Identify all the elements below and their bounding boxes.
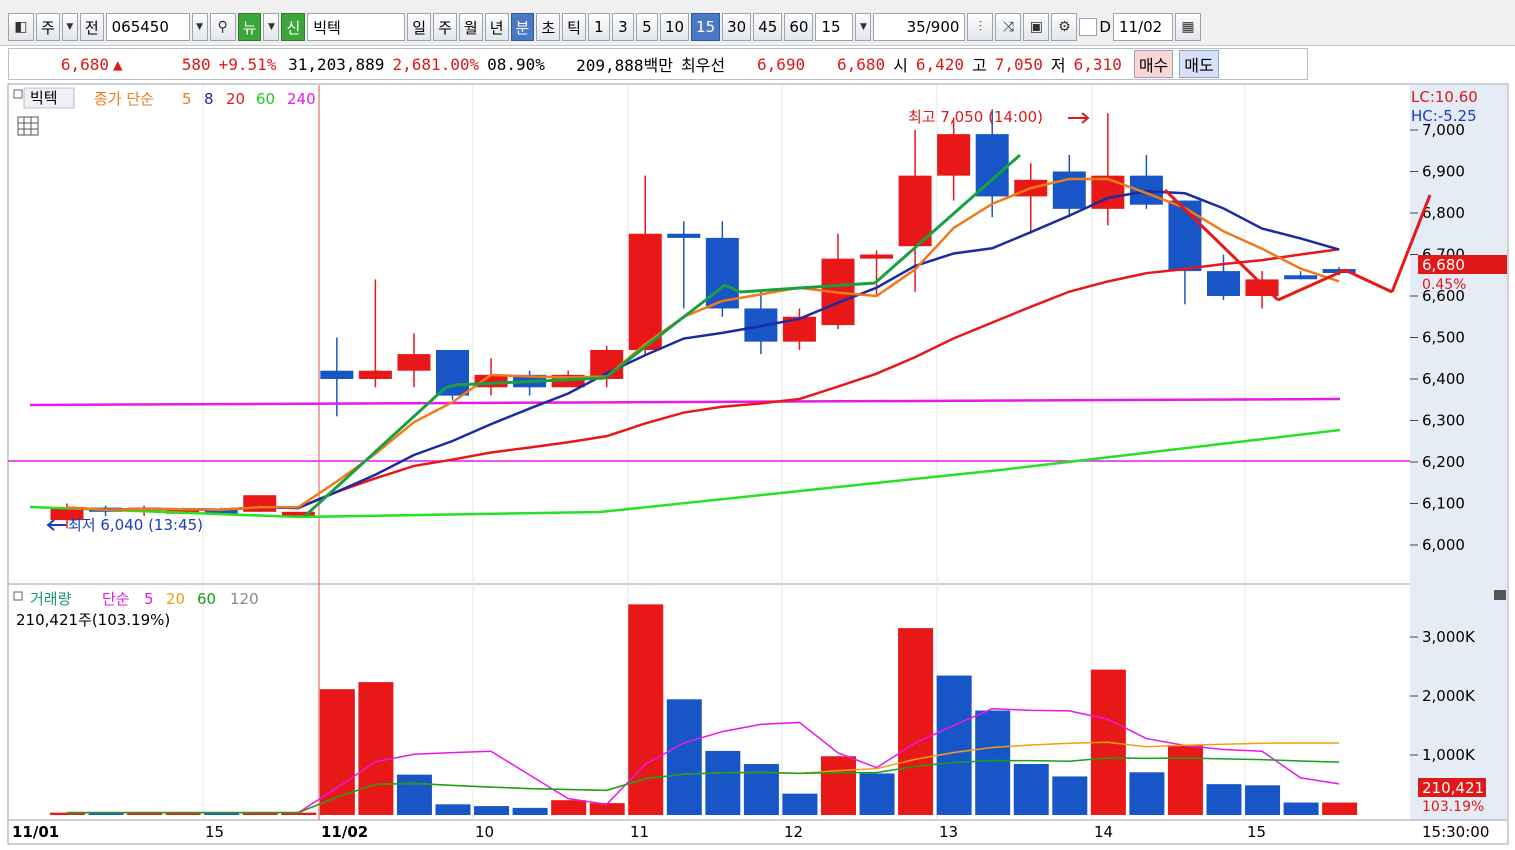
candle-body (628, 233, 662, 350)
volume-bar (589, 803, 625, 815)
volume-bar (1013, 763, 1049, 815)
high-note: 최고 7,050 (14:00) (908, 108, 1043, 126)
candle-body (667, 233, 701, 238)
legend-ma-8: 8 (204, 90, 214, 108)
price-tick-label: 6,300 (1422, 412, 1465, 430)
volume-bar (1322, 802, 1358, 815)
volume-current-value: 210,421주(103.19%) (16, 611, 170, 629)
volume-bar (628, 604, 664, 815)
current-price-tag: 6,680 (1422, 256, 1465, 274)
x-axis-label: 13 (939, 823, 958, 841)
candle-body (397, 354, 431, 371)
volume-bar (859, 773, 895, 815)
volume-bar (512, 807, 548, 815)
x-axis-label: 12 (784, 823, 803, 841)
volume-tick-label: 2,000K (1422, 687, 1476, 705)
price-tick-label: 6,200 (1422, 453, 1465, 471)
hc-label: HC:-5.25 (1411, 107, 1477, 125)
volume-tag: 210,421 (1422, 779, 1484, 797)
candle-body (320, 370, 354, 379)
x-axis-label: 14 (1094, 823, 1113, 841)
x-axis-label: 10 (475, 823, 494, 841)
candle-body (1052, 171, 1086, 209)
table-grid-icon[interactable] (17, 116, 39, 136)
candle-body (436, 349, 469, 396)
volume-legend-toggle-icon[interactable] (13, 591, 23, 601)
volume-legend-ma-60: 60 (197, 590, 216, 608)
volume-bar (898, 628, 934, 815)
volume-legend-ma-5: 5 (144, 590, 154, 608)
low-note: 최저 6,040 (13:45) (68, 516, 203, 534)
candle-body (243, 495, 277, 512)
volume-bar (821, 756, 856, 815)
x-axis-label: 11/02 (321, 823, 368, 841)
legend-ma-240: 240 (287, 90, 316, 108)
candle-body (1207, 271, 1240, 296)
volume-bar (1129, 772, 1165, 815)
price-tick-label: 6,800 (1422, 204, 1465, 222)
lc-label: LC:10.60 (1411, 88, 1478, 106)
legend-ma-60: 60 (256, 90, 275, 108)
volume-legend-ma-label: 단순 (102, 590, 130, 608)
chart-frame (7, 83, 1509, 845)
volume-bar (551, 800, 587, 815)
candle-body (1284, 275, 1318, 280)
candle-body (937, 134, 971, 176)
price-tick-label: 6,100 (1422, 495, 1465, 513)
volume-pct-tag: 103.19% (1422, 799, 1484, 815)
current-pct-tag: 0.45% (1422, 277, 1466, 293)
x-axis-label: 11 (630, 823, 649, 841)
volume-bar (936, 675, 972, 815)
volume-bar (1245, 785, 1281, 815)
volume-bar (1052, 776, 1088, 815)
price-tick-label: 6,400 (1422, 370, 1465, 388)
x-axis-label: 15 (1247, 823, 1266, 841)
x-axis-label: 15 (205, 823, 224, 841)
x-axis-label: 11/01 (12, 823, 59, 841)
volume-bar (1206, 784, 1242, 815)
legend-stock-name: 빅텍 (30, 89, 58, 107)
candle-body (358, 370, 392, 379)
candle-body (1245, 279, 1279, 296)
legend-ma-5: 5 (182, 90, 192, 108)
candle-body (860, 254, 894, 259)
volume-panel-close-icon[interactable] (1494, 590, 1506, 600)
candle-body (474, 374, 508, 388)
price-tick-label: 6,000 (1422, 536, 1465, 554)
volume-bar (666, 699, 702, 815)
volume-bar (435, 804, 471, 815)
legend-ma-label: 종가 단순 (94, 90, 154, 108)
volume-bar (474, 806, 510, 815)
volume-bar (782, 793, 818, 815)
volume-bar (1283, 802, 1319, 815)
volume-bar (975, 710, 1011, 815)
volume-bar (358, 682, 394, 815)
time-label: 15:30:00 (1422, 823, 1489, 841)
volume-legend-ma-20: 20 (166, 590, 185, 608)
volume-tick-label: 3,000K (1422, 628, 1476, 646)
price-tick-label: 6,500 (1422, 329, 1465, 347)
volume-bar (396, 774, 432, 815)
volume-tick-label: 1,000K (1422, 746, 1476, 764)
chart-canvas[interactable]: 7,0006,9006,8006,7006,6006,5006,4006,300… (0, 0, 1515, 850)
volume-legend-name: 거래량 (30, 590, 72, 608)
legend-ma-20: 20 (226, 90, 245, 108)
volume-bar (705, 750, 741, 815)
legend-toggle-icon[interactable] (13, 89, 23, 99)
price-tick-label: 6,900 (1422, 163, 1465, 181)
volume-legend-ma-120: 120 (230, 590, 259, 608)
volume-bar (1167, 744, 1203, 815)
candle-body (975, 134, 1009, 197)
